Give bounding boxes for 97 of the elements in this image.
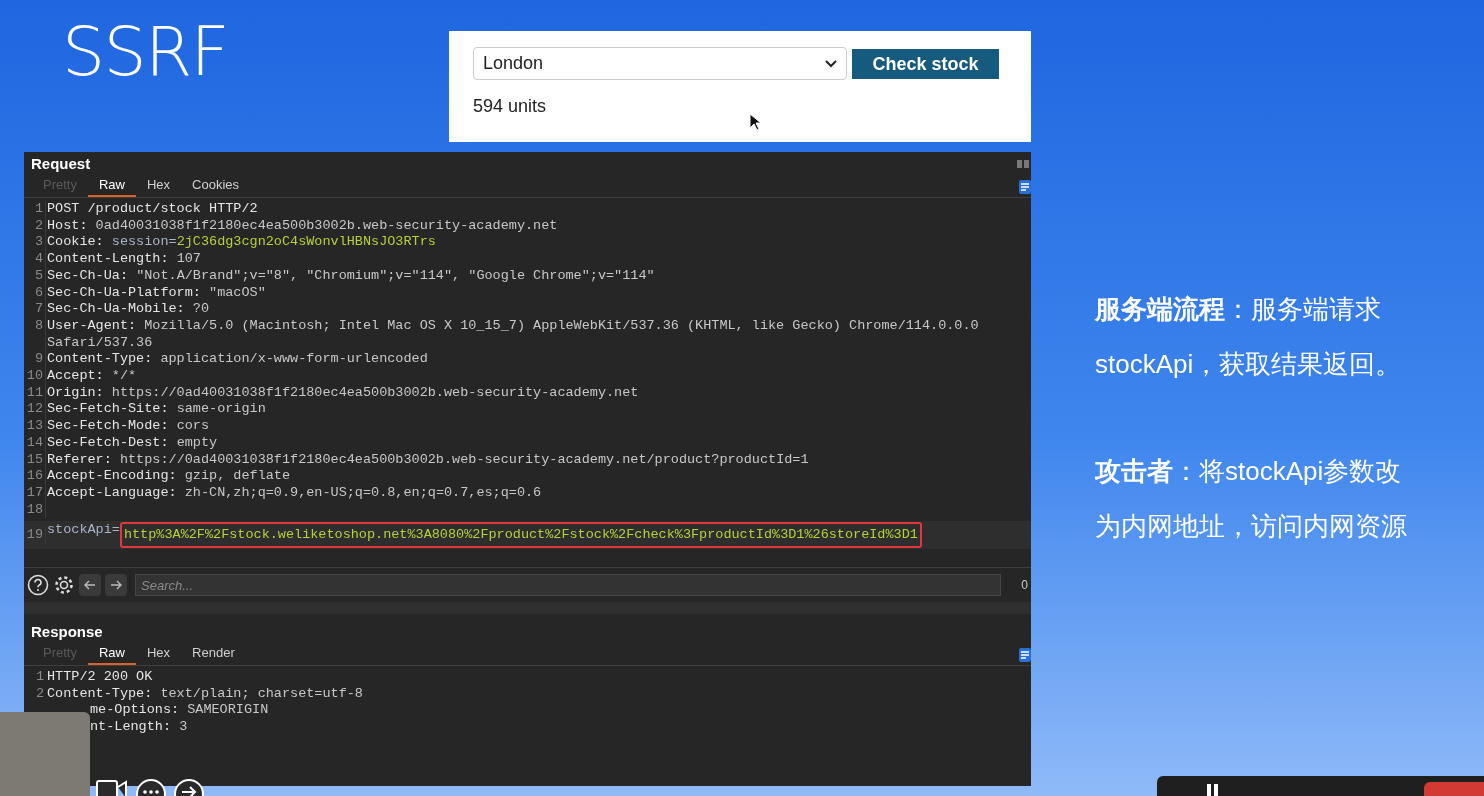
code-token: Sec-Fetch-Mode: xyxy=(47,418,170,435)
forward-button[interactable] xyxy=(105,574,127,596)
editor-tab[interactable]: Raw xyxy=(87,643,136,665)
code-token: Cookie: xyxy=(47,234,105,252)
arrow-right-icon xyxy=(110,580,122,590)
settings-icon[interactable] xyxy=(53,574,75,596)
code-token: "Not.A/Brand";v="8", "Chromium";v="114", "Google Chrome";v="114" xyxy=(136,267,655,285)
code-token: Safari/537.36 xyxy=(47,334,154,352)
more-icon[interactable] xyxy=(136,778,166,796)
search-field[interactable]: Search... xyxy=(135,574,1001,596)
wrap-lines-icon[interactable] xyxy=(1019,648,1031,662)
code-token: 3 xyxy=(179,719,188,736)
code-token: Content-Type: xyxy=(47,685,154,703)
line-number: 6 xyxy=(24,284,46,302)
highlighted-parameter-value: http%3A%2F%2Fstock.weliketoshop.net%3A8080%2Fproduct%2Fstock%2Fcheck%3FproductId%3D1%26storeId%3D1 xyxy=(119,522,922,549)
code-token: nt-Length: xyxy=(90,719,172,736)
code-token: Sec-Ch-Ua-Platform: xyxy=(47,284,202,302)
code-token: me-Options: xyxy=(90,702,181,720)
code-token: session= xyxy=(111,234,177,252)
line-number: 14 xyxy=(24,434,46,452)
code-token: Accept-Language: xyxy=(47,484,178,502)
code-token: Accept: xyxy=(47,368,105,385)
line-number: 19 xyxy=(24,527,46,544)
arrow-right-icon[interactable] xyxy=(174,778,204,796)
line-number: 11 xyxy=(24,384,46,402)
stock-result: 594 units xyxy=(473,95,548,118)
line-number: 4 xyxy=(24,251,46,268)
editor-tab[interactable]: Raw xyxy=(87,175,136,197)
line-number: 1 xyxy=(24,201,46,218)
match-count: 0 xyxy=(1021,577,1028,594)
selected-location: London xyxy=(483,52,544,75)
code-token: Content-Length: xyxy=(47,251,170,268)
line-number: 1 xyxy=(34,669,45,686)
camera-icon[interactable] xyxy=(96,778,128,796)
panel-title: Request xyxy=(31,153,91,174)
code-token: Content-Type: xyxy=(47,351,154,369)
line-number: 2 xyxy=(24,217,46,235)
line-number: 5 xyxy=(24,267,46,285)
code-token: gzip, deflate xyxy=(184,468,291,485)
code-token: Referer: xyxy=(47,451,113,469)
editor-tab[interactable]: Render xyxy=(181,643,246,665)
line-number: 8 xyxy=(24,317,46,352)
code-token: stockApi= xyxy=(47,522,120,540)
line-number: 15 xyxy=(24,451,46,469)
line-number: 12 xyxy=(24,401,46,419)
code-token: empty xyxy=(176,434,218,452)
check-stock-button[interactable]: Check stock xyxy=(852,49,999,79)
code-token: https://0ad40031038f1f2180ec4ea500b3002b.web-security-academy.net/product?productId=1 xyxy=(119,451,809,469)
code-token: 0ad40031038f1f2180ec4ea500b3002b.web-security-academy.net xyxy=(95,217,558,235)
code-token: Host: xyxy=(47,217,89,235)
code-token: ?0 xyxy=(192,301,210,318)
code-token: text/plain; charset=utf-8 xyxy=(160,685,363,703)
line-number: 9 xyxy=(24,351,46,369)
code-token: POST /product/stock HTTP/2 xyxy=(47,201,258,218)
line-number: 10 xyxy=(24,368,46,385)
pause-icon[interactable] xyxy=(1207,782,1219,796)
editor-tab[interactable]: Hex xyxy=(136,643,182,665)
note-paragraph: 服务端流程：服务端请求 stockApi，获取结果返回。 xyxy=(1095,293,1403,381)
code-token: Mozilla/5.0 (Macintosh; Intel Mac OS X 10_15_7) AppleWebKit/537.36 (KHTML, like Gecko) Chrome/114.0.0.0 xyxy=(144,317,979,335)
mouse-cursor-icon xyxy=(749,113,761,131)
editor-tab[interactable]: Hex xyxy=(136,175,182,197)
code-token: Accept-Encoding: xyxy=(47,468,178,485)
location-select[interactable]: London xyxy=(473,47,847,80)
code-token: 2jC36dg3cgn2oC4sWonvlHBNsJO3RTrs xyxy=(176,234,436,252)
code-token: zh-CN,zh;q=0.9,en-US;q=0.8,en;q=0.7,es;q=0.6 xyxy=(184,484,542,502)
line-number: 18 xyxy=(24,501,46,519)
code-token: SAMEORIGIN xyxy=(187,702,269,720)
arrow-left-icon xyxy=(84,580,96,590)
code-token: cors xyxy=(176,418,210,435)
line-number: 7 xyxy=(24,301,46,318)
code-token: Origin: xyxy=(47,384,105,402)
editor-tab[interactable]: Cookies xyxy=(181,175,251,197)
code-token: 107 xyxy=(176,251,201,268)
line-number: 16 xyxy=(24,468,46,485)
code-token: HTTP/2 200 OK xyxy=(47,669,153,686)
line-number: 2 xyxy=(34,685,45,703)
back-button[interactable] xyxy=(79,574,101,596)
wrap-lines-icon[interactable] xyxy=(1019,180,1031,194)
code-token: same-origin xyxy=(176,401,266,419)
slide-title: SSRF xyxy=(62,18,229,86)
code-token: */* xyxy=(111,368,137,385)
code-token: Sec-Ch-Ua-Mobile: xyxy=(47,301,186,318)
line-number: 3 xyxy=(24,234,46,252)
note-paragraph: 攻击者：将stockApi参数改 为内网地址，访问内网资源 xyxy=(1095,455,1408,543)
code-token: https://0ad40031038f1f2180ec4ea500b3002b.web-security-academy.net xyxy=(111,384,639,402)
help-icon[interactable] xyxy=(27,574,49,596)
layout-icon[interactable] xyxy=(1017,160,1029,168)
code-token: "macOS" xyxy=(209,284,266,302)
line-number: 17 xyxy=(24,484,46,502)
code-token: application/x-www-form-urlencoded xyxy=(160,351,428,369)
code-token: Sec-Fetch-Dest: xyxy=(47,434,170,452)
line-number: 13 xyxy=(24,418,46,435)
code-token: Sec-Ch-Ua: xyxy=(47,267,129,285)
code-token: User-Agent: xyxy=(47,317,138,335)
chevron-down-icon xyxy=(825,59,837,68)
code-token: Sec-Fetch-Site: xyxy=(47,401,170,419)
panel-title: Response xyxy=(31,621,103,642)
